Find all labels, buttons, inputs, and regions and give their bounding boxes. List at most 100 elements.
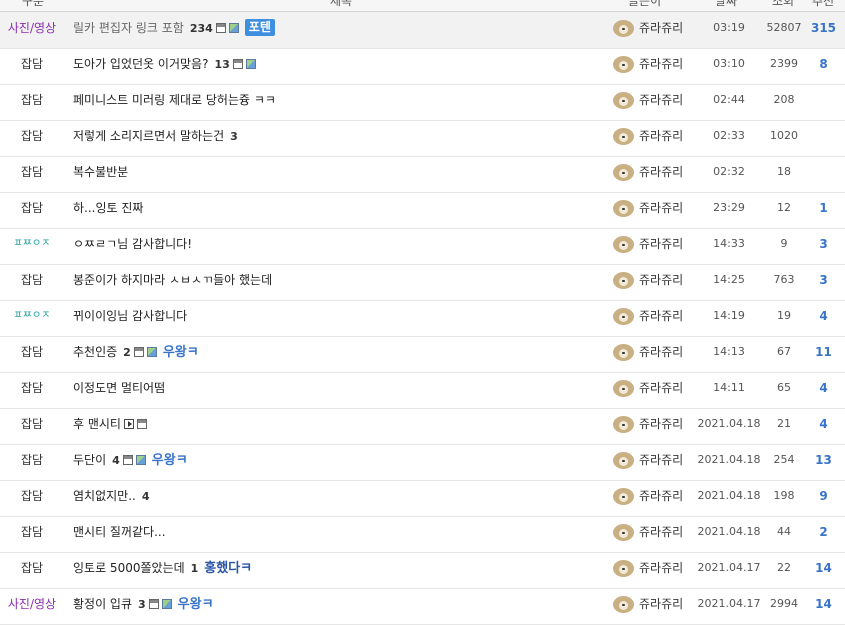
post-title-link[interactable]: 추천인증 [73,345,117,359]
post-badge: 포텐 [244,19,275,36]
author-name[interactable]: 쥬라쥬리 [639,345,683,359]
post-category[interactable]: 잡담 [0,552,64,584]
author-name[interactable]: 쥬라쥬리 [639,57,683,71]
table-row[interactable]: ㅍㅉㅇㅈ ㅇㅉㄹㄱ님 감사합니다! 쥬라쥬리 14:33 9 3 [0,228,845,265]
post-category[interactable]: 잡담 [0,48,64,80]
post-author[interactable]: 쥬라쥬리 [613,120,683,152]
post-votes: 4 [819,381,828,395]
post-title-link[interactable]: 황정이 입큐 [73,597,132,611]
post-author[interactable]: 쥬라쥬리 [613,408,683,440]
post-category[interactable]: 잡담 [0,192,64,224]
post-category[interactable]: 잡담 [0,156,64,188]
post-author[interactable]: 쥬라쥬리 [613,372,683,404]
avatar-icon [613,20,634,37]
post-title-link[interactable]: 염치없지만.. [73,489,136,503]
table-row[interactable]: 잡담 저렇게 소리지르면서 말하는건 3 쥬라쥬리 02:33 1020 [0,120,845,157]
post-category[interactable]: 잡담 [0,264,64,296]
table-row[interactable]: 잡담 맨시티 질꺼같다... 쥬라쥬리 2021.04.18 44 2 [0,516,845,553]
table-row[interactable]: 잡담 추천인증 2 우왕ㅋ 쥬라쥬리 14:13 67 11 [0,336,845,373]
author-name[interactable]: 쥬라쥬리 [639,417,683,431]
post-category[interactable]: ㅍㅉㅇㅈ [0,300,64,332]
table-row[interactable]: ㅍㅉㅇㅈ 뀌이이잉님 감사합니다 쥬라쥬리 14:19 19 4 [0,300,845,337]
post-title-link[interactable]: 뀌이이잉님 감사합니다 [73,309,187,323]
author-name[interactable]: 쥬라쥬리 [639,489,683,503]
table-row[interactable]: 잡담 후 맨시티 쥬라쥬리 2021.04.18 21 4 [0,408,845,445]
author-name[interactable]: 쥬라쥬리 [639,237,683,251]
post-author[interactable]: 쥬라쥬리 [613,552,683,584]
post-category[interactable]: 잡담 [0,372,64,404]
post-author[interactable]: 쥬라쥬리 [613,300,683,332]
author-name[interactable]: 쥬라쥬리 [639,21,683,35]
post-author[interactable]: 쥬라쥬리 [613,516,683,548]
post-category[interactable]: 잡담 [0,516,64,548]
author-name[interactable]: 쥬라쥬리 [639,273,683,287]
post-category[interactable]: ㅍㅉㅇㅈ [0,228,64,260]
comment-count[interactable]: 3 [230,130,238,143]
table-row[interactable]: 잡담 페미니스트 미러링 제대로 당허는즁 ㅋㅋ 쥬라쥬리 02:44 208 [0,84,845,121]
author-name[interactable]: 쥬라쥬리 [639,165,683,179]
author-name[interactable]: 쥬라쥬리 [639,525,683,539]
table-row[interactable]: 잡담 이정도면 멀티어떰 쥬라쥬리 14:11 65 4 [0,372,845,409]
avatar-icon [613,56,634,73]
post-title-link[interactable]: 하...잉토 진짜 [73,201,143,215]
table-row[interactable]: 잡담 봉준이가 하지마라 ㅅㅂㅅㄲ들아 했는데 쥬라쥬리 14:25 763 3 [0,264,845,301]
post-title-link[interactable]: 잉토로 5000쫄았는데 [73,561,185,575]
attachment-file-icon [133,347,144,357]
post-category[interactable]: 사진/영상 [0,12,64,44]
table-row[interactable]: 사진/영상 황정이 입큐 3 우왕ㅋ 쥬라쥬리 2021.04.17 2994 14 [0,588,845,625]
post-author[interactable]: 쥬라쥬리 [613,228,683,260]
post-votes: 4 [819,417,828,431]
post-author[interactable]: 쥬라쥬리 [613,48,683,80]
post-title-link[interactable]: 저렇게 소리지르면서 말하는건 [73,129,224,143]
author-name[interactable]: 쥬라쥬리 [639,597,683,611]
comment-count[interactable]: 13 [214,58,229,71]
post-category[interactable]: 사진/영상 [0,588,64,620]
post-category[interactable]: 잡담 [0,336,64,368]
post-author[interactable]: 쥬라쥬리 [613,84,683,116]
post-title-link[interactable]: 맨시티 질꺼같다... [73,525,166,539]
post-author[interactable]: 쥬라쥬리 [613,12,683,44]
post-title-link[interactable]: 이정도면 멀티어떰 [73,381,165,395]
post-author[interactable]: 쥬라쥬리 [613,588,683,620]
comment-count[interactable]: 1 [191,562,199,575]
post-title-link[interactable]: 복수불반분 [73,165,128,179]
post-author[interactable]: 쥬라쥬리 [613,156,683,188]
post-category[interactable]: 잡담 [0,120,64,152]
post-author[interactable]: 쥬라쥬리 [613,480,683,512]
author-name[interactable]: 쥬라쥬리 [639,453,683,467]
post-author[interactable]: 쥬라쥬리 [613,444,683,476]
author-name[interactable]: 쥬라쥬리 [639,309,683,323]
table-row[interactable]: 잡담 염치없지만.. 4 쥬라쥬리 2021.04.18 198 9 [0,480,845,517]
comment-count[interactable]: 2 [123,346,131,359]
post-title-link[interactable]: 페미니스트 미러링 제대로 당허는즁 ㅋㅋ [73,93,276,107]
avatar-icon [613,164,634,181]
author-name[interactable]: 쥬라쥬리 [639,129,683,143]
table-row[interactable]: 잡담 잉토로 5000쫄았는데 1 홍했다ㅋ 쥬라쥬리 2021.04.17 22 14 [0,552,845,589]
table-row[interactable]: 잡담 두단이 4 우왕ㅋ 쥬라쥬리 2021.04.18 254 13 [0,444,845,481]
comment-count[interactable]: 4 [142,490,150,503]
post-author[interactable]: 쥬라쥬리 [613,192,683,224]
post-title-link[interactable]: 릴카 편집자 링크 포함 [73,21,184,35]
post-category[interactable]: 잡담 [0,84,64,116]
author-name[interactable]: 쥬라쥬리 [639,201,683,215]
post-category[interactable]: 잡담 [0,408,64,440]
post-author[interactable]: 쥬라쥬리 [613,336,683,368]
comment-count[interactable]: 234 [190,22,213,35]
table-row[interactable]: 잡담 하...잉토 진짜 쥬라쥬리 23:29 12 1 [0,192,845,229]
post-votes: 1 [819,201,828,215]
table-row[interactable]: 사진/영상 릴카 편집자 링크 포함 234 포텐 쥬라쥬리 03:19 52807 315 [0,12,845,49]
post-title-link[interactable]: 도아가 입었던옷 이거맞음? [73,57,208,71]
table-row[interactable]: 잡담 복수불반분 쥬라쥬리 02:32 18 [0,156,845,193]
post-author[interactable]: 쥬라쥬리 [613,264,683,296]
post-title-link[interactable]: 봉준이가 하지마라 ㅅㅂㅅㄲ들아 했는데 [73,273,272,287]
post-category[interactable]: 잡담 [0,444,64,476]
author-name[interactable]: 쥬라쥬리 [639,381,683,395]
post-title-link[interactable]: ㅇㅉㄹㄱ님 감사합니다! [73,237,192,251]
post-category[interactable]: 잡담 [0,480,64,512]
author-name[interactable]: 쥬라쥬리 [639,93,683,107]
author-name[interactable]: 쥬라쥬리 [639,561,683,575]
post-title-link[interactable]: 후 맨시티 [73,417,121,431]
post-title-link[interactable]: 두단이 [73,453,106,467]
comment-count[interactable]: 4 [112,454,120,467]
table-row[interactable]: 잡담 도아가 입었던옷 이거맞음? 13 쥬라쥬리 03:10 2399 8 [0,48,845,85]
